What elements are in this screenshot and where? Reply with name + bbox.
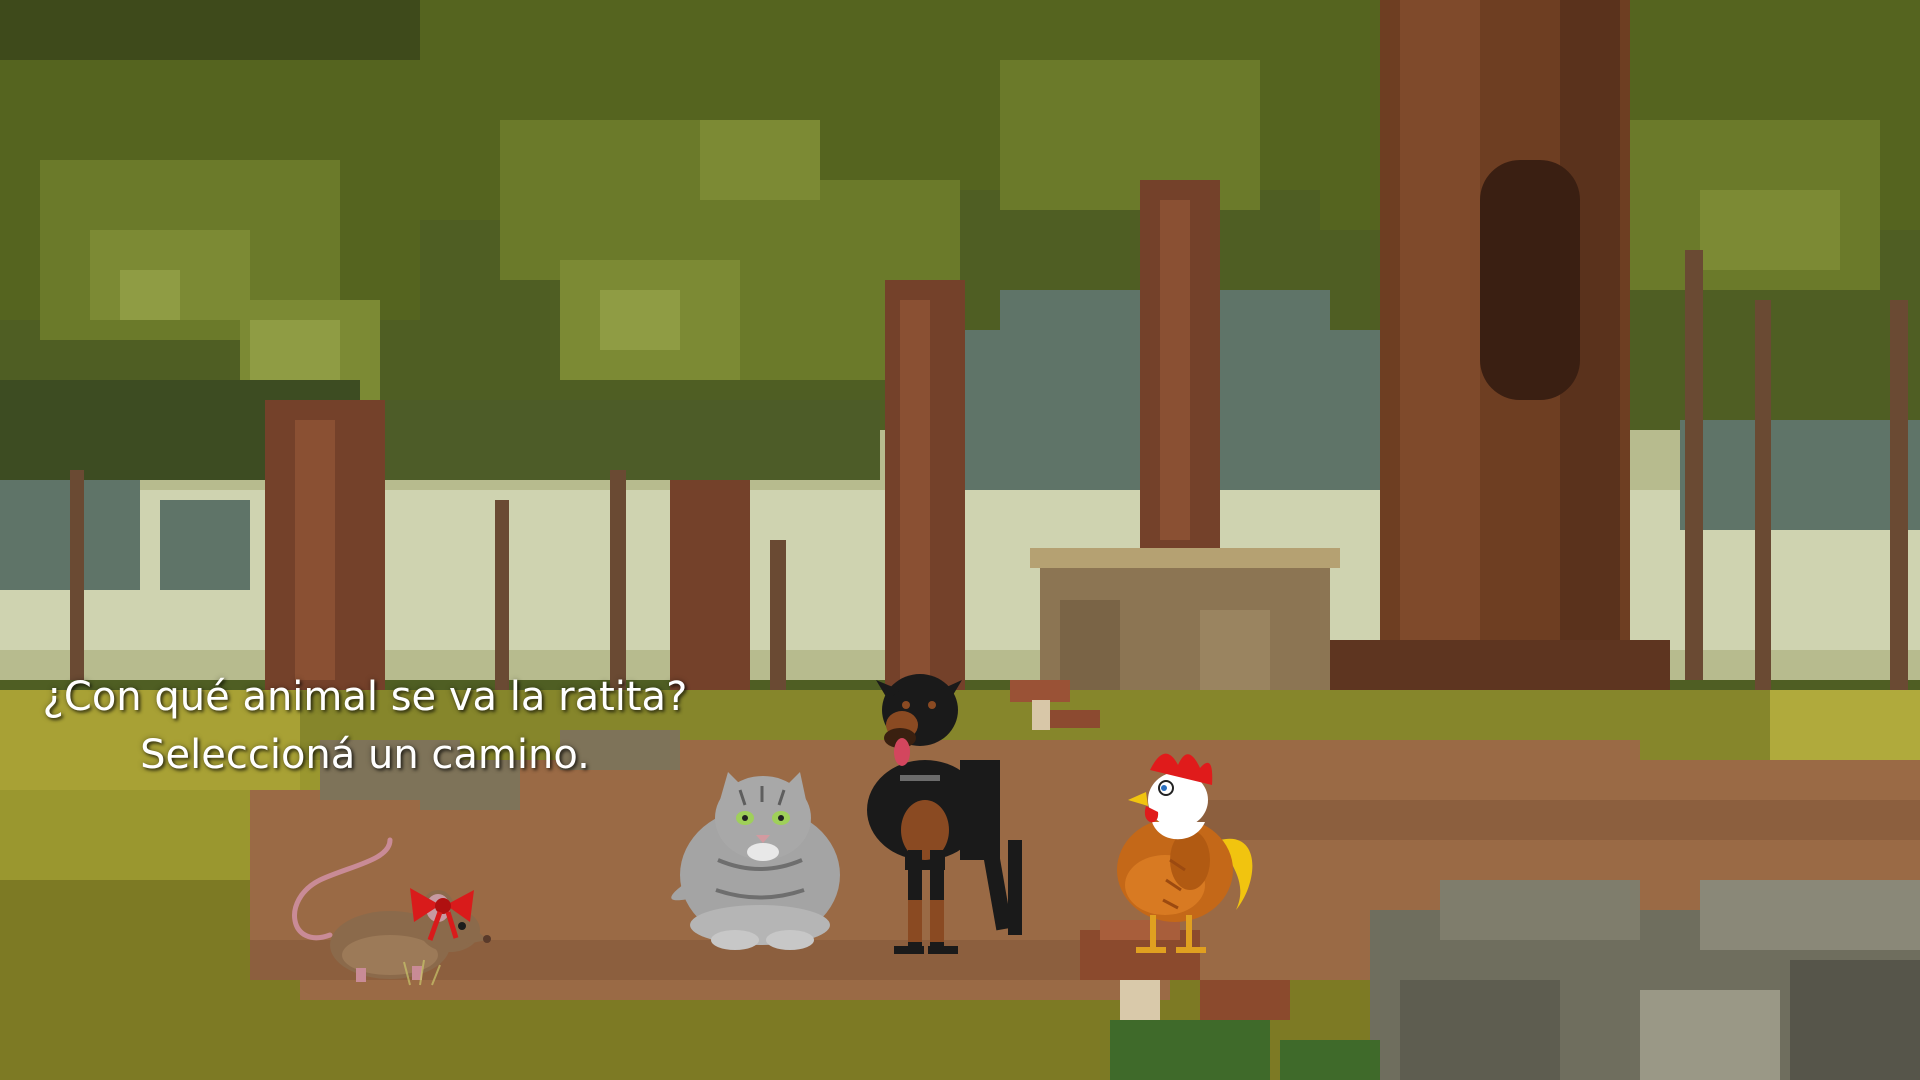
prompt-instruction: Seleccioná un camino.: [140, 732, 590, 778]
prompt-question: ¿Con qué animal se va la ratita?: [42, 674, 688, 720]
foreground-rocks: [1370, 880, 1920, 1080]
game-scene: [0, 0, 1920, 1080]
game-stage: ¿Con qué animal se va la ratita? Selecci…: [0, 0, 1920, 1080]
game-prompt: ¿Con qué animal se va la ratita? Selecci…: [20, 668, 710, 784]
forest-background: [0, 0, 1920, 1080]
